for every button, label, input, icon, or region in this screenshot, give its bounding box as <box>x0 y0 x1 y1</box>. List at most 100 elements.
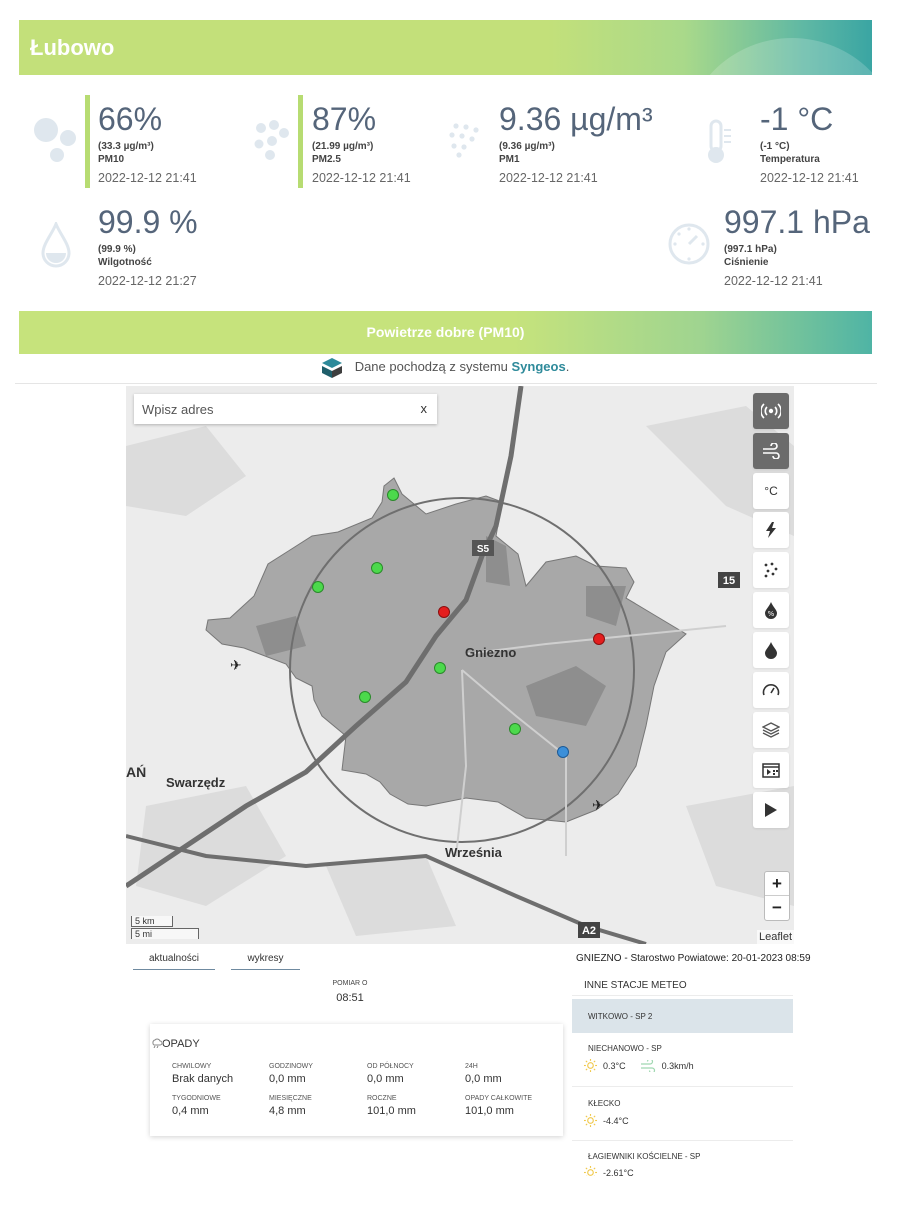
layers-icon <box>762 722 780 738</box>
station-marker-bad <box>593 633 605 645</box>
wind-icon <box>640 1059 655 1072</box>
station-name: NIECHANOWO - SP <box>588 1044 662 1053</box>
precip-cell: MIESIĘCZNE 4,8 mm <box>269 1095 312 1117</box>
precip-key: TYGODNIOWE <box>172 1095 221 1102</box>
other-stations-panel: INNE STACJE METEO WITKOWO - SP 2 NIECHAN… <box>572 976 793 1176</box>
zoom-out-button[interactable]: − <box>765 896 789 920</box>
precip-key: ROCZNE <box>367 1095 397 1102</box>
zoom-in-button[interactable]: + <box>765 872 789 896</box>
temperature-label: Temperatura <box>760 154 820 165</box>
pm25-time: 2022-12-12 21:41 <box>312 171 411 185</box>
temperature-layer-label: °C <box>764 484 778 498</box>
pm25-dots-icon <box>254 120 289 160</box>
timeline-button[interactable] <box>753 752 789 788</box>
place-label-gniezno: Gniezno <box>465 645 516 660</box>
rain-layer-button[interactable] <box>753 632 789 668</box>
tab-wykresy[interactable]: wykresy <box>231 950 300 970</box>
place-label-swarzedz: Swarzędz <box>166 775 226 790</box>
syngeos-logo-icon <box>321 357 342 378</box>
precip-value: 0,0 mm <box>269 1073 306 1085</box>
pressure-value: 997.1 hPa <box>724 204 870 240</box>
station-item-lagiewniki[interactable]: ŁAGIEWNIKI KOŚCIELNE - SP -2.61°C <box>572 1142 793 1176</box>
station-readings: -2.61°C <box>584 1166 634 1176</box>
other-stations-title: INNE STACJE METEO <box>584 980 687 991</box>
divider <box>572 1140 793 1141</box>
humidity-time: 2022-12-12 21:27 <box>98 274 197 288</box>
station-item-niechanowo[interactable]: NIECHANOWO - SP 0.3°C 0.3km/h <box>572 1036 793 1084</box>
temperature-layer-button[interactable]: °C <box>753 473 789 509</box>
station-marker-bad <box>438 606 450 618</box>
precip-value: 0,0 mm <box>367 1073 404 1085</box>
station-name: KŁECKO <box>588 1099 621 1108</box>
humidity-label: Wilgotność <box>98 257 152 268</box>
station-header: GNIEZNO - Starostwo Powiatowe: 20-01-202… <box>576 953 811 964</box>
source-suffix: . <box>565 359 570 374</box>
pm10-sub: (33.3 µg/m³) <box>98 141 154 152</box>
airport-icon: ✈ <box>230 658 242 674</box>
pressure-sub: (997.1 hPa) <box>724 244 777 255</box>
leaflet-attribution[interactable]: Leaflet <box>756 930 794 944</box>
map-canvas[interactable]: S5 15 A2 Gniezno Września Swarzędz AŃ ✈ … <box>126 386 794 944</box>
pressure-time: 2022-12-12 21:41 <box>724 274 823 288</box>
station-marker-good <box>312 581 324 593</box>
map[interactable]: S5 15 A2 Gniezno Września Swarzędz AŃ ✈ … <box>126 386 794 944</box>
precip-value: 101,0 mm <box>465 1105 514 1117</box>
sensors-layer-button[interactable] <box>753 393 789 429</box>
drop-icon <box>41 222 71 268</box>
humidity-sub: (99.9 %) <box>98 244 136 255</box>
play-animation-button[interactable] <box>753 792 789 828</box>
pm25-metric: 87% (21.99 µg/m³) PM2.5 2022-12-12 21:41 <box>312 102 411 187</box>
station-item-witkowo[interactable]: WITKOWO - SP 2 <box>572 999 793 1033</box>
station-item-klecko[interactable]: KŁECKO -4.4°C <box>572 1088 793 1138</box>
precip-value: 0,4 mm <box>172 1105 209 1117</box>
pm25-value: 87% <box>312 101 377 137</box>
pm25-level-bar <box>298 95 303 188</box>
pressure-layer-button[interactable] <box>753 672 789 708</box>
gauge-icon <box>668 223 710 265</box>
station-temp: -4.4°C <box>603 1115 629 1126</box>
address-search-input[interactable] <box>134 394 404 424</box>
lightning-icon <box>766 522 776 538</box>
particles-layer-button[interactable] <box>753 552 789 588</box>
precipitation-title: OPADY <box>151 1037 200 1050</box>
pm1-dots-icon <box>449 123 479 158</box>
location-banner: Łubowo <box>19 20 872 75</box>
air-quality-status-bar: Powietrze dobre (PM10) <box>19 311 872 354</box>
source-prefix: Dane pochodzą z systemu <box>354 359 512 374</box>
precip-value: Brak danych <box>172 1073 234 1085</box>
temperature-value: -1 °C <box>760 101 834 137</box>
precip-key: GODZINOWY <box>269 1063 313 1070</box>
layers-button[interactable] <box>753 712 789 748</box>
station-marker-good <box>434 662 446 674</box>
pressure-metric: 997.1 hPa (997.1 hPa) Ciśnienie 2022-12-… <box>724 205 870 290</box>
place-label-an: AŃ <box>126 764 146 780</box>
calendar-play-icon <box>762 763 780 778</box>
lightning-layer-button[interactable] <box>753 512 789 548</box>
wind-layer-button[interactable] <box>753 433 789 469</box>
pressure-label: Ciśnienie <box>724 257 769 268</box>
pm10-dots-icon <box>34 118 76 162</box>
pm10-level-bar <box>85 95 90 188</box>
station-temp: 0.3°C <box>603 1060 626 1071</box>
station-name: WITKOWO - SP 2 <box>588 1012 653 1021</box>
precip-value: 101,0 mm <box>367 1105 416 1117</box>
station-marker-good <box>359 691 371 703</box>
pm1-label: PM1 <box>499 154 520 165</box>
search-clear-button[interactable]: x <box>421 401 428 416</box>
drop-icon <box>765 642 777 659</box>
scale-km: 5 km <box>131 916 173 927</box>
precipitation-title-text: OPADY <box>162 1038 200 1050</box>
place-label-wrzesnia: Września <box>445 845 503 860</box>
precip-cell: TYGODNIOWE 0,4 mm <box>172 1095 221 1117</box>
syngeos-link[interactable]: Syngeos <box>512 359 566 374</box>
pm1-metric: 9.36 µg/m³ (9.36 µg/m³) PM1 2022-12-12 2… <box>499 102 653 187</box>
rain-cloud-icon <box>152 1038 163 1049</box>
svg-text:%: % <box>768 610 775 618</box>
station-name: ŁAGIEWNIKI KOŚCIELNE - SP <box>588 1152 701 1161</box>
humidity-percent-layer-button[interactable]: % <box>753 592 789 628</box>
station-marker-neutral <box>557 746 569 758</box>
precip-key: OPADY CAŁKOWITE <box>465 1095 533 1102</box>
station-marker-good <box>509 723 521 735</box>
tab-aktualnosci[interactable]: aktualności <box>133 950 215 970</box>
station-wind: 0.3km/h <box>661 1060 694 1071</box>
